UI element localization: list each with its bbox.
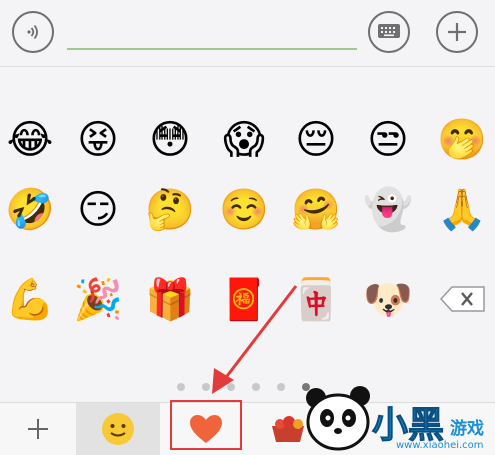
emoji-flexed-biceps[interactable]: 💪 <box>0 270 60 330</box>
voice-icon <box>27 24 38 40</box>
emoji-gift[interactable]: 🎁 <box>140 270 200 330</box>
favorites-highlight <box>170 400 242 450</box>
backspace-button[interactable] <box>440 286 486 312</box>
add-sticker-button[interactable] <box>0 403 76 455</box>
site-watermark: 小黑 游戏 www.xiaohei.com <box>300 380 495 454</box>
watermark-url: www.xiaohei.com <box>396 440 484 451</box>
keyboard-button[interactable] <box>368 11 410 53</box>
page-dot[interactable] <box>277 383 285 391</box>
emoji-thinking[interactable]: 🤔 <box>140 180 200 240</box>
emoji-dog[interactable]: 🐶 <box>358 270 418 330</box>
plus-icon <box>28 419 48 439</box>
more-button[interactable] <box>436 11 478 53</box>
page-dot[interactable] <box>202 383 210 391</box>
input-toolbar <box>0 0 495 67</box>
emoji-smirk[interactable]: 😏 <box>68 180 128 240</box>
emoji-screaming[interactable]: 😱 <box>214 110 274 170</box>
emoji-hand-over-mouth[interactable]: 🤭 <box>432 110 492 170</box>
emoji-party-popper[interactable]: 🎉 <box>68 270 128 330</box>
emoji-folded-hands[interactable]: 🙏 <box>432 180 492 240</box>
page-dot[interactable] <box>252 383 260 391</box>
annotation-arrow <box>212 285 298 394</box>
emoji-unamused[interactable]: 😒 <box>358 110 418 170</box>
smiley-icon <box>102 413 134 445</box>
keyboard-icon <box>378 24 400 38</box>
plus-icon <box>448 23 466 41</box>
page-dot[interactable] <box>177 383 185 391</box>
emoji-hugging[interactable]: 🤗 <box>286 180 346 240</box>
emoji-pensive[interactable]: 😔 <box>286 110 346 170</box>
emoji-flushed[interactable]: 😳 <box>140 110 200 170</box>
page-dot[interactable] <box>227 383 235 391</box>
tab-default-emoji[interactable] <box>76 403 160 455</box>
panda-logo <box>306 386 370 451</box>
voice-button[interactable] <box>12 11 54 53</box>
emoji-tears-of-joy[interactable]: 😂 <box>0 110 60 170</box>
emoji-squinting-tongue[interactable]: 😝 <box>68 110 128 170</box>
emoji-rofl[interactable]: 🤣 <box>0 180 60 240</box>
emoji-smiling[interactable]: ☺️ <box>214 180 274 240</box>
emoji-ghost[interactable]: 👻 <box>358 180 418 240</box>
message-input[interactable] <box>67 48 357 50</box>
backspace-icon <box>440 286 485 312</box>
watermark-subtitle: 游戏 <box>450 419 484 439</box>
